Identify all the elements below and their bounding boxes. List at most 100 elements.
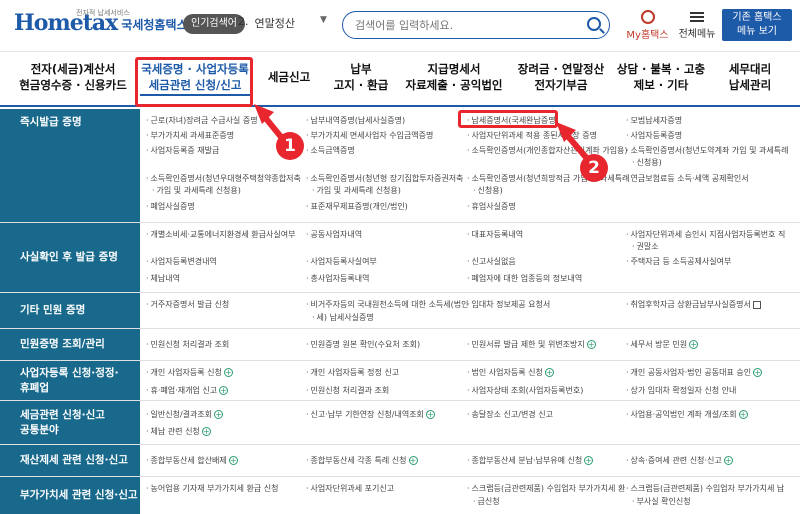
menu-item-label: 개인 사업자등록 신청 <box>150 368 222 377</box>
menu-item[interactable]: 법인 사업자등록 신청+ <box>467 367 554 378</box>
menu-item[interactable]: 소득확인증명서(청년우대형주택청약종합저축 <box>146 173 301 184</box>
menu-item[interactable]: 민원신청 처리결과 조회 <box>306 385 390 396</box>
menu-item[interactable]: 주택자금 등 소득공제사실여부 <box>626 256 732 267</box>
menu-item[interactable]: 일반신청/결과조회+ <box>146 409 224 420</box>
menu-item[interactable]: 소득확인증명서(개인종합자산관리계좌 가입용) <box>467 145 628 156</box>
nav-incentive[interactable]: 장려금 · 연말정산 전자기부금 <box>512 61 610 93</box>
menu-item[interactable]: 체납내역 <box>146 273 180 284</box>
menu-item[interactable]: 임대차 정보제공 요청서 <box>467 299 551 310</box>
nav-counsel[interactable]: 상담 · 불복 · 고충 제보 · 기타 <box>614 61 708 93</box>
menu-item[interactable]: 사업자등록증 재발급 <box>146 145 220 156</box>
category-label: 사실확인 후 발급 증명 <box>0 223 140 292</box>
menu-item[interactable]: 부가가치세 과세표준증명 <box>146 130 235 141</box>
menu-item[interactable]: 개인 사업자등록 신청+ <box>146 367 233 378</box>
top-header: 전자적 납세서비스 Hometax 국세청홈택스 인기검색어 2. 연말정산 ▼… <box>0 0 800 52</box>
menu-item[interactable]: 대표자등록내역 <box>467 229 524 240</box>
popular-search-term[interactable]: 2. 연말정산 <box>238 15 295 31</box>
menu-item[interactable]: 총사업자등록내역 <box>306 273 370 284</box>
all-menu-label: 전체메뉴 <box>678 29 716 40</box>
menu-item[interactable]: 폐업자에 대한 업종등의 정보내역 <box>467 273 583 284</box>
hamburger-icon <box>690 12 704 22</box>
nav-label-1: 세금신고 <box>267 70 311 84</box>
menu-item[interactable]: 휴·폐업·재개업 신고+ <box>146 385 229 396</box>
search-box <box>342 11 610 39</box>
menu-item[interactable]: 비거주자등의 국내원천소득에 대한 소득세(법인 <box>306 299 469 310</box>
menu-item[interactable]: 농어업용 기자재 부가가치세 환급 신청 <box>146 483 279 494</box>
menu-item[interactable]: 소득확인증명서(청년도약계좌 가입 및 과세특례 <box>626 145 789 156</box>
nav-payment[interactable]: 납부 고지 · 환급 <box>326 61 396 93</box>
menu-item[interactable]: 사업자상태 조회(사업자등록번호) <box>467 385 584 396</box>
highlight-box-nav <box>135 57 253 107</box>
plus-icon: + <box>408 456 418 465</box>
menu-item[interactable]: 휴업사실증명 <box>467 201 516 212</box>
menu-item-label: 세무서 방문 민원 <box>630 340 688 349</box>
menu-item[interactable]: 스크랩등(금관련제품) 수입업자 부가가치세 환 <box>467 483 626 494</box>
popular-term: 연말정산 <box>254 17 295 30</box>
menu-item[interactable]: 체납 관련 신청+ <box>146 426 211 437</box>
menu-item[interactable]: 납부내역증명(납세사실증명) <box>306 115 406 126</box>
search-icon[interactable] <box>587 17 601 31</box>
table-row: 재산제세 관련 신청·신고 종합부동산세 합산배제+ 종합부동산세 각종 특례 … <box>0 445 800 477</box>
menu-item[interactable]: 스크랩등(금관련제품) 수입업자 부가가치세 납 <box>626 483 785 494</box>
menu-item-cont: 권말소 <box>632 241 659 252</box>
menu-item[interactable]: 사업자등록변경내역 <box>146 256 217 267</box>
my-hometax-button[interactable]: My홈택스 <box>625 10 670 41</box>
menu-item[interactable]: 사업자등록증명 <box>626 130 683 141</box>
category-label: 재산제세 관련 신청·신고 <box>0 445 140 476</box>
menu-item[interactable]: 사업자단위과세 승인시 지점사업자등록번호 직 <box>626 229 786 240</box>
table-row: 세금관련 신청·신고공통분야 일반신청/결과조회+ 신고·납부 기한연장 신청/… <box>0 401 800 445</box>
menu-item[interactable]: 취업후학자금 상환금납부사실증명서 <box>626 299 761 310</box>
category-label: 기타 민원 증명 <box>0 293 140 328</box>
chevron-down-icon[interactable]: ▼ <box>320 15 327 25</box>
menu-item[interactable]: 신고사실없음 <box>467 256 516 267</box>
menu-item[interactable]: 개별소비세·교통에너지환경세 환급사실여부 <box>146 229 296 240</box>
menu-item[interactable]: 개인 공동사업자·법인 공동대표 승인+ <box>626 367 763 378</box>
menu-item[interactable]: 개인 사업자등록 정정 신고 <box>306 367 400 378</box>
nav-label-1: 지급명세서 <box>427 62 481 76</box>
category-label: 세금관련 신청·신고 공통분야 <box>0 401 140 444</box>
menu-item[interactable]: 상가 임대차 확정일자 신청 안내 <box>626 385 737 396</box>
menu-item[interactable]: 민원신청 처리결과 조회 <box>146 339 230 350</box>
nav-tax-agent[interactable]: 세무대리 납세관리 <box>712 61 788 93</box>
menu-item[interactable]: 종합부동산세 각종 특례 신청+ <box>306 455 418 466</box>
menu-item[interactable]: 사업용·공익법인 계좌 개설/조회+ <box>626 409 748 420</box>
menu-item[interactable]: 근로(자녀)장려금 수급사실 증명 <box>146 115 258 126</box>
menu-item[interactable]: 공동사업자내역 <box>306 229 363 240</box>
nav-tax-return[interactable]: 세금신고 <box>262 69 316 85</box>
menu-item[interactable]: 소득금액증명 <box>306 145 355 156</box>
menu-item[interactable]: 종합부동산세 분납·납부유예 신청+ <box>467 455 594 466</box>
step-badge-1: 1 <box>276 132 304 160</box>
menu-item[interactable]: 종합부동산세 합산배제+ <box>146 455 238 466</box>
menu-item[interactable]: 부가가치세 면세사업자 수입금액증명 <box>306 130 434 141</box>
menu-item[interactable]: 거주자증명서 발급 신청 <box>146 299 230 310</box>
all-menu-button[interactable]: 전체메뉴 <box>674 10 720 40</box>
menu-item[interactable]: 소득확인증명서(청년형 장기집합투자증권저축 <box>306 173 464 184</box>
hometax-logo[interactable]: 전자적 납세서비스 Hometax 국세청홈택스 <box>14 9 188 36</box>
table-row: 즉시발급 증명 근로(자녀)장려금 수급사실 증명 납부내역증명(납세사실증명)… <box>0 109 800 223</box>
menu-item[interactable]: 사업자단위과세 포기신고 <box>306 483 395 494</box>
nav-label-2: 현금영수증 · 신용카드 <box>19 78 127 92</box>
menu-item[interactable]: 민원증명 원본 확인(수요처 조회) <box>306 339 421 350</box>
nav-label-1: 장려금 · 연말정산 <box>517 62 605 76</box>
menu-item[interactable]: 모범납세자증명 <box>626 115 683 126</box>
menu-item[interactable]: 신고·납부 기한연장 신청/내역조회+ <box>306 409 435 420</box>
menu-item[interactable]: 폐업사실증명 <box>146 201 195 212</box>
menu-item-label: 체납 관련 신청 <box>150 427 200 436</box>
menu-item[interactable]: 연금보험료등 소득·세액 공제확인서 <box>626 173 749 184</box>
nav-label-1: 세무대리 <box>728 62 772 76</box>
main-navigation: 전자(세금)계산서 현금영수증 · 신용카드 국세증명 · 사업자등록 세금관련… <box>0 53 800 107</box>
nav-e-invoice[interactable]: 전자(세금)계산서 현금영수증 · 신용카드 <box>18 61 128 93</box>
nav-payment-statement[interactable]: 지급명세서 자료제출 · 공익법인 <box>402 61 506 93</box>
menu-item[interactable]: 상속·증여세 관련 신청·신고+ <box>626 455 733 466</box>
nav-label-1: 상담 · 불복 · 고충 <box>616 62 706 76</box>
menu-item[interactable]: 표준재무제표증명(개인/법인) <box>306 201 408 212</box>
menu-item[interactable]: 세무서 방문 민원+ <box>626 339 699 350</box>
old-menu-button[interactable]: 기존 홈택스 메뉴 보기 <box>722 9 792 41</box>
menu-item-cont: 신청용) <box>473 185 503 196</box>
plus-icon: + <box>214 410 224 419</box>
menu-item[interactable]: 사업자등록사실여부 <box>306 256 377 267</box>
highlight-box-item <box>458 110 558 128</box>
search-input[interactable] <box>355 12 585 38</box>
menu-item[interactable]: 송달장소 신고/변경 신고 <box>467 409 553 420</box>
menu-item[interactable]: 민원서류 발급 제한 및 위변조방지+ <box>467 339 596 350</box>
